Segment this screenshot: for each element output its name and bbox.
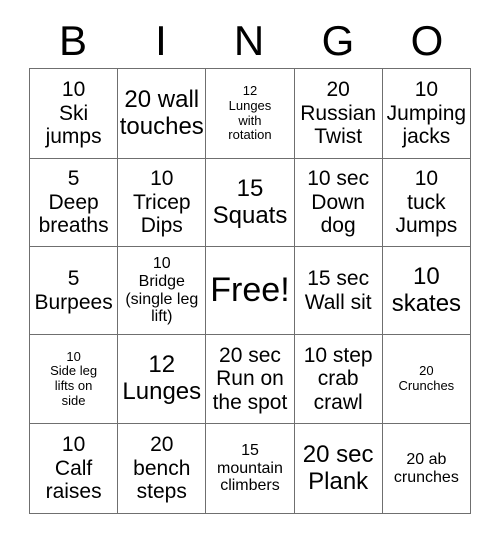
bingo-cell[interactable]: 10 Bridge (single leg lift)	[117, 246, 207, 335]
bingo-cell[interactable]: 20 Crunches	[381, 334, 472, 424]
bingo-cell[interactable]: 10 tuck Jumps	[381, 158, 472, 247]
bingo-cell[interactable]: 10 Tricep Dips	[117, 158, 207, 247]
bingo-header-row: B I N G O	[29, 0, 471, 68]
bingo-cell-text: 10 Tricep Dips	[132, 167, 191, 238]
bingo-header-letter-b: B	[58, 17, 87, 64]
bingo-cell-text: 20 bench steps	[133, 433, 191, 504]
bingo-row: 10 Calf raises 20 bench steps 15 mountai…	[28, 423, 472, 514]
bingo-card: B I N G O 10 Ski jumps 20 wall touches 1…	[28, 0, 472, 514]
bingo-cell[interactable]: 10 Ski jumps	[28, 68, 119, 159]
bingo-cell-text: 10 Ski jumps	[45, 78, 102, 149]
bingo-cell[interactable]: 10 Calf raises	[28, 423, 119, 514]
bingo-cell-text: 20 Crunches	[398, 363, 455, 393]
bingo-cell-text: 20 sec Plank	[302, 440, 374, 495]
bingo-row: 5 Deep breaths 10 Tricep Dips 15 Squats …	[28, 158, 472, 247]
bingo-cell-text: 12 Lunges with rotation	[228, 83, 272, 143]
bingo-cell[interactable]: 20 Russian Twist	[293, 68, 383, 159]
bingo-cell[interactable]: 12 Lunges	[117, 334, 207, 424]
bingo-header-letter-g: G	[321, 17, 355, 64]
bingo-cell[interactable]: 15 sec Wall sit	[293, 246, 383, 335]
bingo-cell[interactable]: 15 Squats	[205, 158, 295, 247]
bingo-cell-text: 20 wall touches	[119, 85, 204, 140]
bingo-cell[interactable]: 20 ab crunches	[381, 423, 472, 514]
bingo-cell-text: 10 step crab crawl	[303, 343, 373, 414]
bingo-cell-text: 10 tuck Jumps	[395, 167, 458, 238]
bingo-cell[interactable]: 15 mountain climbers	[205, 423, 295, 514]
bingo-cell-text: 10 Side leg lifts on side	[50, 348, 98, 408]
bingo-cell-text: 10 Bridge (single leg lift)	[125, 254, 199, 326]
bingo-free-cell-text: Free!	[210, 271, 290, 310]
bingo-cell-text: 10 Calf raises	[45, 433, 102, 504]
bingo-cell[interactable]: 10 Jumping jacks	[381, 68, 472, 159]
bingo-cell-text: 15 Squats	[212, 174, 288, 229]
bingo-header-letter-n: N	[233, 17, 265, 64]
bingo-cell-text: 12 Lunges	[122, 351, 202, 405]
bingo-cell[interactable]: 12 Lunges with rotation	[205, 68, 295, 159]
bingo-cell-text: 15 mountain climbers	[217, 441, 283, 495]
bingo-cell[interactable]: 20 wall touches	[117, 68, 207, 159]
bingo-cell[interactable]: 10 skates	[381, 246, 472, 335]
bingo-cell-text: 20 ab crunches	[393, 450, 459, 486]
bingo-row: 5 Burpees 10 Bridge (single leg lift) Fr…	[28, 246, 472, 335]
bingo-cell-text: 20 sec Run on the spot	[212, 343, 288, 414]
bingo-cell[interactable]: 5 Burpees	[28, 246, 119, 335]
bingo-grid: 10 Ski jumps 20 wall touches 12 Lunges w…	[28, 68, 472, 514]
bingo-cell-text: 15 sec Wall sit	[304, 266, 372, 314]
bingo-free-cell[interactable]: Free!	[205, 246, 295, 335]
bingo-cell[interactable]: 5 Deep breaths	[28, 158, 119, 247]
bingo-cell-text: 10 skates	[391, 262, 462, 317]
bingo-cell-text: 5 Burpees	[34, 266, 113, 314]
bingo-header-letter-i: I	[155, 17, 167, 64]
bingo-cell[interactable]: 10 step crab crawl	[293, 334, 383, 424]
bingo-cell[interactable]: 20 sec Plank	[293, 423, 383, 514]
bingo-grid-body: 10 Ski jumps 20 wall touches 12 Lunges w…	[28, 68, 472, 514]
bingo-cell-text: 5 Deep breaths	[38, 167, 109, 238]
bingo-header-letter-o: O	[410, 17, 444, 64]
bingo-cell-text: 10 Jumping jacks	[386, 78, 467, 149]
bingo-cell[interactable]: 20 bench steps	[117, 423, 207, 514]
bingo-row: 10 Ski jumps 20 wall touches 12 Lunges w…	[28, 68, 472, 159]
bingo-cell[interactable]: 10 Side leg lifts on side	[28, 334, 119, 424]
bingo-cell-text: 10 sec Down dog	[307, 167, 370, 238]
bingo-cell[interactable]: 20 sec Run on the spot	[205, 334, 295, 424]
bingo-cell[interactable]: 10 sec Down dog	[293, 158, 383, 247]
bingo-cell-text: 20 Russian Twist	[300, 78, 377, 149]
bingo-row: 10 Side leg lifts on side 12 Lunges 20 s…	[28, 334, 472, 424]
